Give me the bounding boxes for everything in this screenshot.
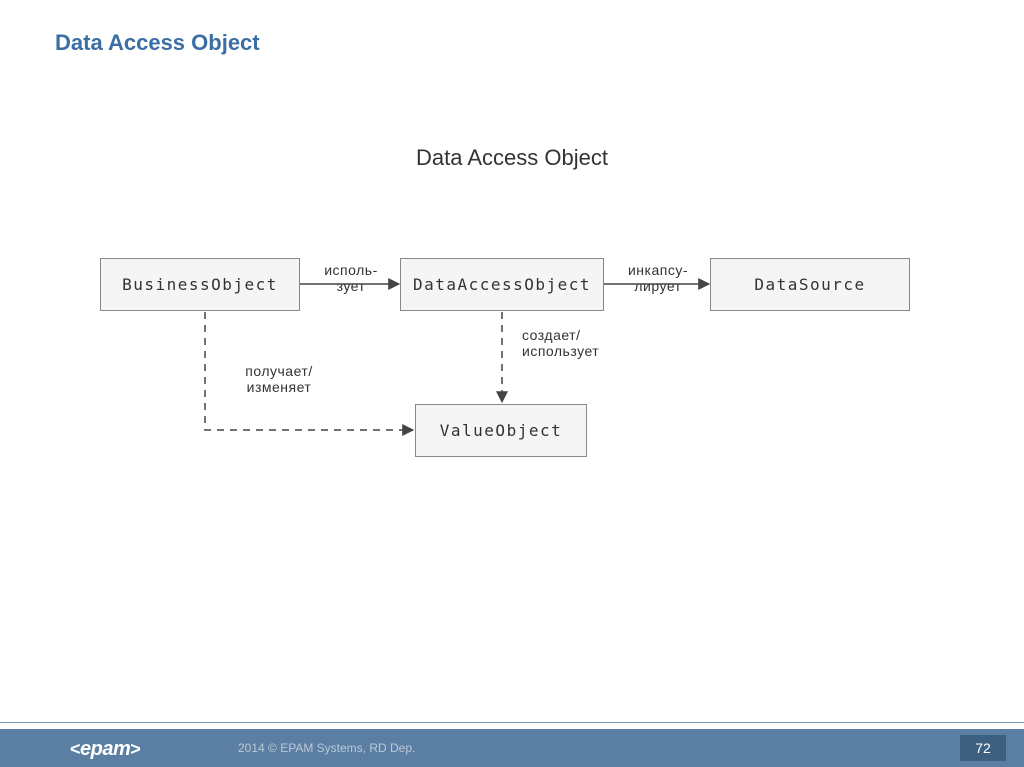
logo-badge: <epam> bbox=[62, 737, 148, 762]
footer-divider bbox=[0, 722, 1024, 723]
edge-label-creates-uses: создает/ использует bbox=[522, 327, 632, 359]
node-data-access-object: DataAccessObject bbox=[400, 258, 604, 311]
diagram-area: BusinessObject DataAccessObject DataSour… bbox=[0, 0, 1024, 700]
edge-label-encapsulates: инкапсу- лирует bbox=[618, 262, 698, 294]
node-data-source: DataSource bbox=[710, 258, 910, 311]
epam-logo-icon: <epam> bbox=[70, 738, 140, 761]
edge-label-uses: исполь- зует bbox=[316, 262, 386, 294]
node-business-object: BusinessObject bbox=[100, 258, 300, 311]
page-number: 72 bbox=[960, 735, 1006, 761]
edge-label-gets-changes: получает/ изменяет bbox=[224, 363, 334, 395]
arrows-layer bbox=[0, 0, 1024, 700]
footer-copyright: 2014 © EPAM Systems, RD Dep. bbox=[238, 741, 415, 755]
footer-bar bbox=[0, 729, 1024, 767]
node-value-object: ValueObject bbox=[415, 404, 587, 457]
